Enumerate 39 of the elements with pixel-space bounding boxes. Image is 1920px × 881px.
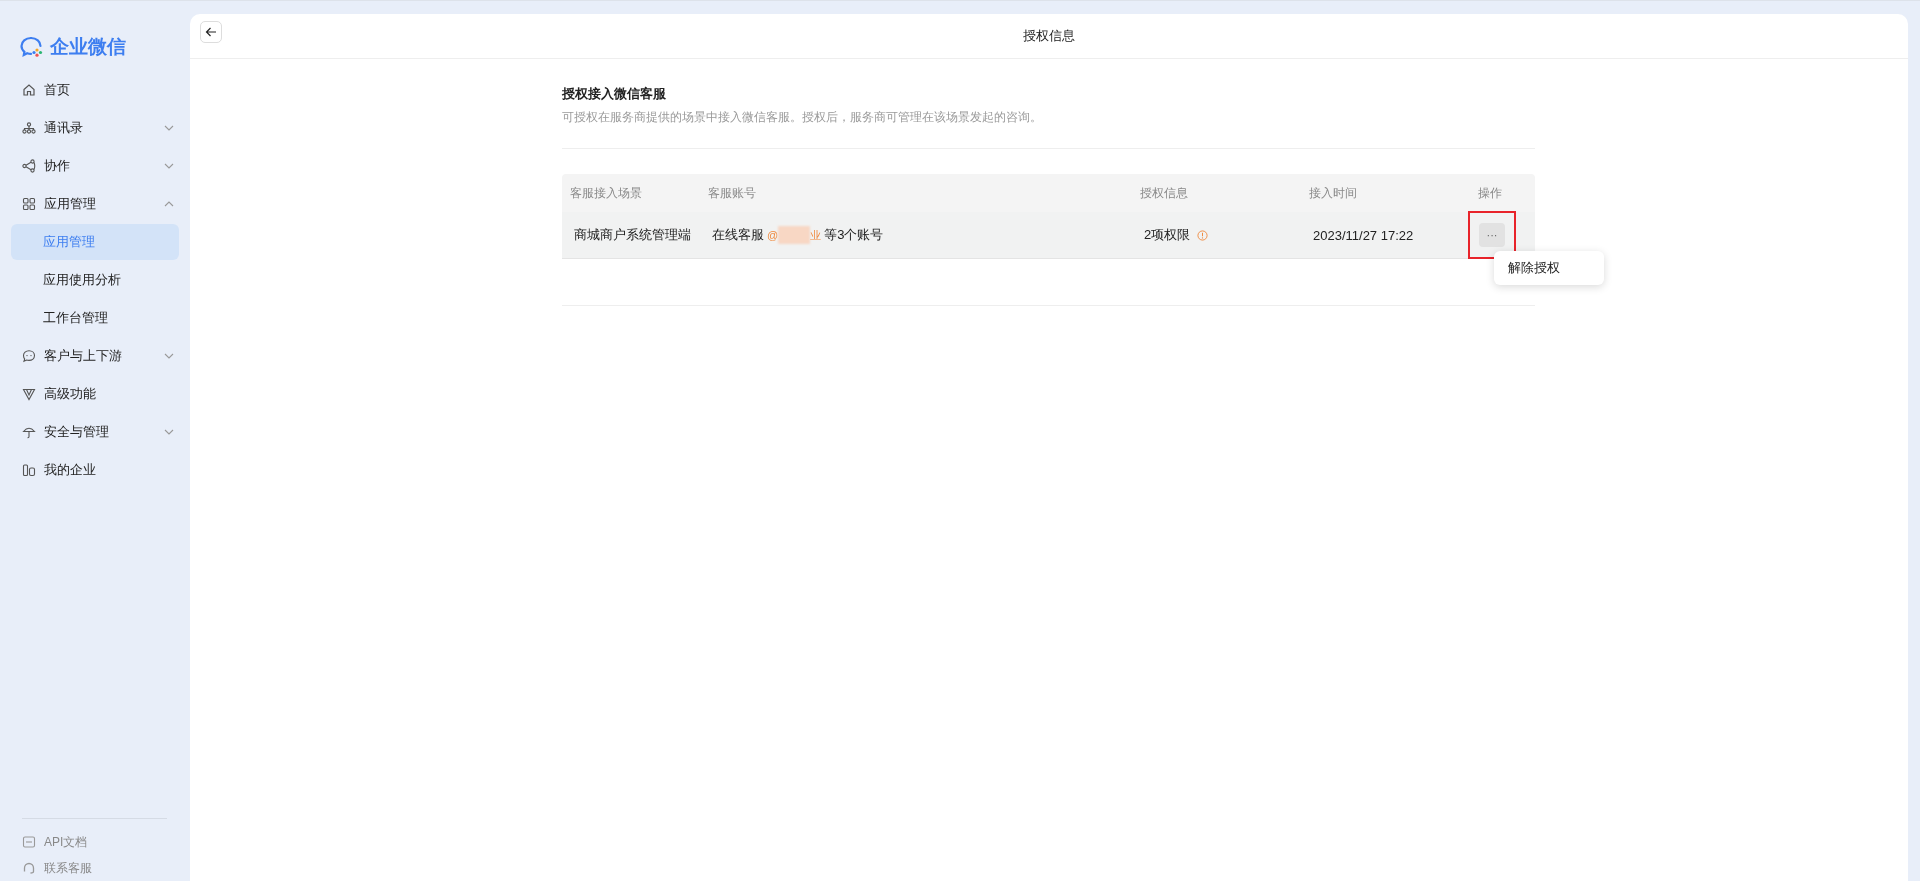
column-header: 客服接入场景 bbox=[569, 184, 643, 202]
nav-item[interactable]: 通讯录 bbox=[0, 109, 190, 147]
page-title: 授权信息 bbox=[1023, 27, 1075, 45]
grid-icon bbox=[22, 197, 36, 211]
nav-item[interactable]: 安全与管理 bbox=[0, 413, 190, 451]
nav-subitem[interactable]: 工作台管理 bbox=[11, 300, 179, 336]
logo-text: 企业微信 bbox=[50, 35, 126, 59]
nav-item[interactable]: 应用管理 bbox=[0, 185, 190, 223]
nav-item[interactable]: 我的企业 bbox=[0, 451, 190, 489]
section-description: 可授权在服务商提供的场景中接入微信客服。授权后，服务商可管理在该场景发起的咨询。 bbox=[562, 109, 1043, 126]
nav-item[interactable]: 首页 bbox=[0, 71, 190, 109]
column-header: 客服账号 bbox=[708, 184, 757, 202]
menu-item[interactable]: 解除授权 bbox=[1494, 255, 1604, 281]
building-icon bbox=[22, 463, 36, 477]
back-arrow-icon bbox=[205, 26, 217, 38]
table-cell-text: 商城商户系统管理端 bbox=[573, 226, 692, 244]
document-icon bbox=[22, 835, 36, 849]
home-icon bbox=[22, 83, 36, 97]
umbrella-icon bbox=[22, 425, 36, 439]
table-cell: 在线客服 bbox=[712, 226, 764, 244]
headset-icon bbox=[22, 861, 36, 875]
table-cell-text: 2023/11/27 17:22 bbox=[1312, 227, 1415, 243]
column-header: 授权信息 bbox=[1140, 184, 1189, 202]
more-button[interactable]: ··· bbox=[1479, 223, 1505, 247]
table-cell: 等3个账号 bbox=[824, 226, 884, 244]
column-header: 接入时间 bbox=[1309, 184, 1358, 202]
nav-subitem[interactable]: 应用使用分析 bbox=[11, 262, 179, 298]
share-icon bbox=[22, 159, 36, 173]
nav-item[interactable]: 客户与上下游 bbox=[0, 337, 190, 375]
nav-item[interactable]: 协作 bbox=[0, 147, 190, 185]
logo-icon bbox=[20, 36, 44, 58]
triangle-icon bbox=[22, 387, 36, 401]
column-header: 操作 bbox=[1478, 184, 1503, 202]
section-title: 授权接入微信客服 bbox=[562, 85, 667, 103]
table-cell: 2项权限 bbox=[1144, 226, 1191, 244]
back-button[interactable] bbox=[200, 21, 222, 43]
chat-icon bbox=[22, 349, 36, 363]
org-chart-icon bbox=[22, 121, 36, 135]
nav-item[interactable]: 高级功能 bbox=[0, 375, 190, 413]
